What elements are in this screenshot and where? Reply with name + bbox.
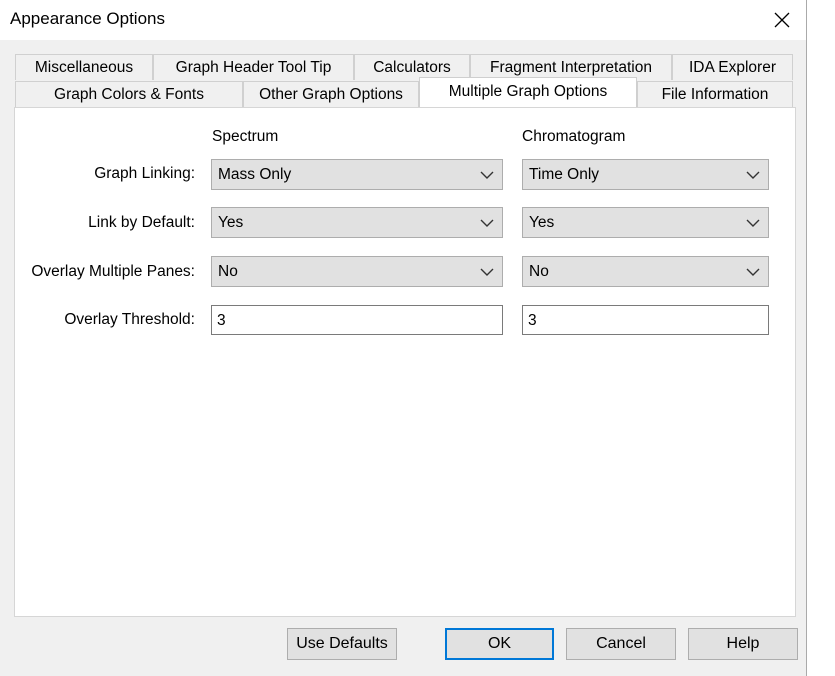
appearance-options-dialog: Appearance Options Miscellaneous Graph H… (0, 0, 807, 676)
title-bar: Appearance Options (0, 0, 806, 40)
tab-file-information[interactable]: File Information (637, 81, 793, 107)
background-outside-window (807, 0, 835, 676)
tab-label: Multiple Graph Options (448, 83, 608, 100)
chevron-down-icon (480, 268, 494, 276)
tab-label: Graph Header Tool Tip (175, 58, 332, 76)
link-by-default-label: Link by Default: (88, 214, 195, 231)
spectrum-overlay-multiple-panes-select[interactable]: No (211, 256, 503, 287)
selected-value: Time Only (529, 166, 600, 183)
tab-label: Graph Colors & Fonts (54, 85, 204, 103)
tab-label: IDA Explorer (688, 58, 776, 76)
selected-value: Yes (218, 214, 244, 231)
window-title: Appearance Options (10, 9, 165, 28)
spectrum-overlay-threshold-field[interactable] (211, 305, 503, 335)
tab-other-graph-options[interactable]: Other Graph Options (243, 81, 419, 107)
tab-ida-explorer[interactable]: IDA Explorer (672, 54, 793, 80)
chromatogram-overlay-multiple-panes-select[interactable]: No (522, 256, 769, 287)
help-button[interactable]: Help (688, 628, 798, 660)
spectrum-graph-linking-select[interactable]: Mass Only (211, 159, 503, 190)
chromatogram-link-by-default-select[interactable]: Yes (522, 207, 769, 238)
cancel-button[interactable]: Cancel (566, 628, 676, 660)
tab-label: Calculators (373, 58, 451, 76)
tab-miscellaneous[interactable]: Miscellaneous (15, 54, 153, 80)
use-defaults-button[interactable]: Use Defaults (287, 628, 397, 660)
tab-graph-colors-fonts[interactable]: Graph Colors & Fonts (15, 81, 243, 107)
chevron-down-icon (480, 219, 494, 227)
chromatogram-overlay-threshold-field[interactable] (522, 305, 769, 335)
selected-value: No (218, 263, 238, 280)
ok-button[interactable]: OK (445, 628, 554, 660)
chromatogram-overlay-threshold-input[interactable] (523, 306, 768, 334)
close-icon (774, 12, 790, 28)
chevron-down-icon (746, 268, 760, 276)
spectrum-link-by-default-select[interactable]: Yes (211, 207, 503, 238)
tab-graph-header-tool-tip[interactable]: Graph Header Tool Tip (153, 54, 354, 80)
selected-value: No (529, 263, 549, 280)
chromatogram-graph-linking-select[interactable]: Time Only (522, 159, 769, 190)
tab-label: Fragment Interpretation (490, 58, 652, 76)
spectrum-overlay-threshold-input[interactable] (212, 306, 502, 334)
overlay-threshold-label: Overlay Threshold: (64, 311, 195, 328)
selected-value: Mass Only (218, 166, 292, 183)
tab-label: Miscellaneous (34, 58, 134, 76)
spectrum-column-header: Spectrum (212, 128, 279, 145)
tab-label: Other Graph Options (259, 85, 403, 103)
chevron-down-icon (746, 171, 760, 179)
multiple-graph-options-panel: Spectrum Chromatogram Graph Linking: Mas… (14, 107, 796, 617)
overlay-multiple-panes-label: Overlay Multiple Panes: (31, 263, 195, 280)
close-button[interactable] (762, 2, 802, 38)
chromatogram-column-header: Chromatogram (522, 128, 626, 145)
selected-value: Yes (529, 214, 555, 231)
tab-multiple-graph-options[interactable]: Multiple Graph Options (419, 77, 637, 107)
chevron-down-icon (746, 219, 760, 227)
tab-label: File Information (661, 85, 769, 103)
chevron-down-icon (480, 171, 494, 179)
graph-linking-label: Graph Linking: (94, 165, 195, 182)
